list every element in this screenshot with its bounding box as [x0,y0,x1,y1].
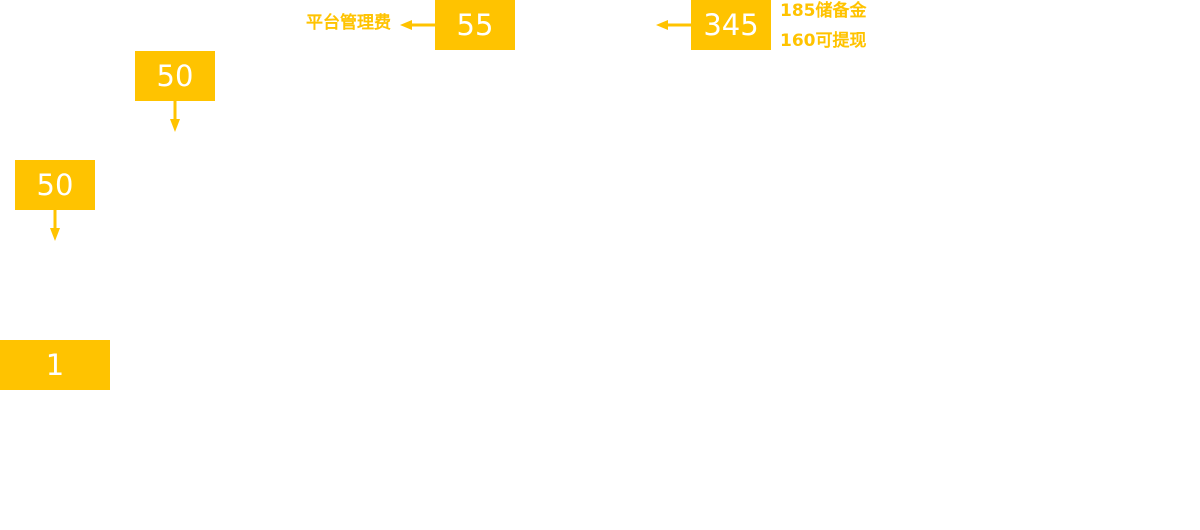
node-55-value: 55 [456,7,494,42]
arrow-down-icon [50,210,60,241]
node-1-value: 1 [45,347,65,382]
node-1: 1 [0,340,110,390]
node-50-top-value: 50 [156,58,194,93]
node-345-value: 345 [703,7,759,42]
arrow-down-icon [170,101,180,132]
arrow-left-icon [656,20,691,30]
node-50-left: 50 [15,160,95,210]
node-345: 345 [691,0,771,50]
arrow-left-icon [400,20,435,30]
node-50-left-value: 50 [36,167,74,202]
platform-fee-label: 平台管理费 [306,13,391,33]
reserve-label: 185储备金 [780,1,867,21]
node-55: 55 [435,0,515,50]
node-50-top: 50 [135,51,215,101]
withdrawable-label: 160可提现 [780,31,867,51]
